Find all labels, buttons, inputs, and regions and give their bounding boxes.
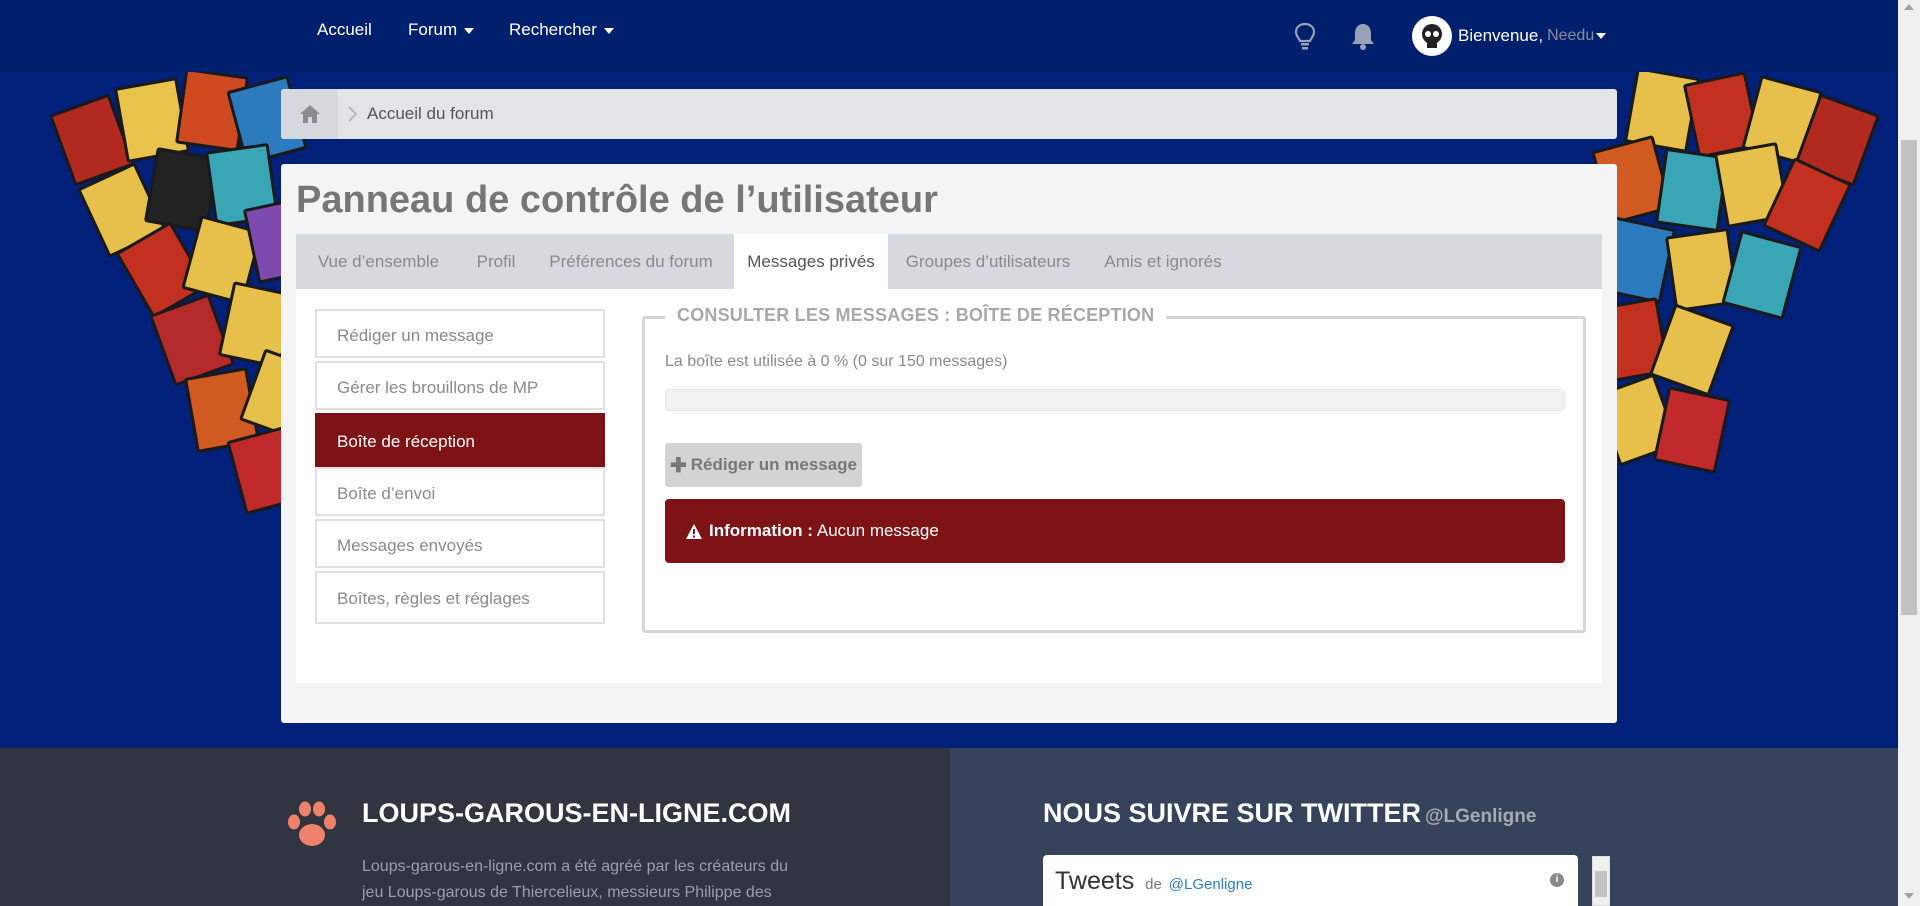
breadcrumb: Accueil du forum bbox=[281, 89, 1617, 139]
tab-bar: Vue d’ensemble Profil Préférences du for… bbox=[296, 234, 1602, 289]
info-alert: Information : Aucun message bbox=[665, 499, 1565, 563]
page-scrollbar[interactable] bbox=[1898, 0, 1920, 906]
chevron-down-icon bbox=[603, 27, 614, 34]
paw-icon bbox=[288, 801, 336, 846]
control-panel: Panneau de contrôle de l’utilisateur Vue… bbox=[281, 164, 1617, 723]
breadcrumb-home-button[interactable] bbox=[281, 89, 338, 139]
bell-icon[interactable] bbox=[1348, 20, 1378, 52]
chevron-down-icon bbox=[464, 27, 475, 34]
tab-profile[interactable]: Profil bbox=[461, 234, 531, 289]
tweets-title: Tweets de @LGenligne bbox=[1055, 867, 1252, 896]
decorative-cards-right bbox=[1590, 72, 1880, 522]
footer-about: LOUPS-GAROUS-EN-LIGNE.COM Loups-garous-e… bbox=[0, 748, 950, 906]
compose-message-button[interactable]: ✚ Rédiger un message bbox=[665, 443, 862, 487]
compose-label: Rédiger un message bbox=[690, 455, 858, 474]
skull-icon bbox=[1422, 24, 1442, 48]
tweets-scroll-thumb[interactable] bbox=[1595, 871, 1607, 897]
footer-twitter-title: NOUS SUIVRE SUR TWITTER @LGenligne bbox=[1043, 798, 1536, 829]
breadcrumb-forum-home[interactable]: Accueil du forum bbox=[367, 104, 494, 124]
plus-icon: ✚ bbox=[669, 454, 687, 477]
nav-forum-label: Forum bbox=[408, 20, 458, 39]
nav-forum-menu[interactable]: Forum bbox=[408, 20, 475, 40]
menu-outbox[interactable]: Boîte d’envoi bbox=[315, 467, 605, 516]
alert-text: Aucun message bbox=[816, 521, 939, 540]
tab-friends-foes[interactable]: Amis et ignorés bbox=[1088, 234, 1238, 289]
user-menu[interactable]: Bienvenue, Needu bbox=[1412, 16, 1607, 56]
top-navbar: Accueil Forum Rechercher Bienvenue, Need… bbox=[0, 0, 1898, 72]
inbox-fieldset: CONSULTER LES MESSAGES : BOÎTE DE RÉCEPT… bbox=[642, 305, 1586, 633]
scroll-up-arrow-icon[interactable] bbox=[1904, 4, 1914, 10]
menu-compose[interactable]: Rédiger un message bbox=[315, 309, 605, 358]
footer-site-title: LOUPS-GAROUS-EN-LIGNE.COM bbox=[362, 798, 791, 828]
tab-overview[interactable]: Vue d’ensemble bbox=[296, 234, 461, 289]
nav-search-menu[interactable]: Rechercher bbox=[509, 20, 614, 40]
menu-inbox[interactable]: Boîte de réception bbox=[315, 413, 605, 467]
twitter-handle[interactable]: @LGenligne bbox=[1425, 806, 1536, 827]
info-icon[interactable]: i bbox=[1550, 873, 1564, 887]
lightbulb-icon[interactable] bbox=[1290, 20, 1320, 52]
tweets-handle-link[interactable]: @LGenligne bbox=[1169, 876, 1253, 893]
twitter-title-text: NOUS SUIVRE SUR TWITTER bbox=[1043, 798, 1422, 828]
tweets-widget: Tweets de @LGenligne i bbox=[1043, 855, 1578, 906]
scroll-thumb[interactable] bbox=[1901, 140, 1917, 615]
nav-home-link[interactable]: Accueil bbox=[317, 20, 372, 40]
tab-content: Rédiger un message Gérer les brouillons … bbox=[296, 289, 1602, 683]
inbox-usage-bar bbox=[665, 389, 1565, 411]
chevron-right-icon bbox=[348, 106, 358, 122]
inbox-legend: CONSULTER LES MESSAGES : BOÎTE DE RÉCEPT… bbox=[665, 305, 1167, 326]
username: Needu bbox=[1547, 27, 1595, 44]
chevron-down-icon bbox=[1596, 33, 1607, 39]
tab-forum-preferences[interactable]: Préférences du forum bbox=[531, 234, 731, 289]
tweets-by: de bbox=[1145, 876, 1162, 893]
alert-label: Information : bbox=[709, 521, 813, 540]
menu-sent[interactable]: Messages envoyés bbox=[315, 519, 605, 568]
menu-folders-rules[interactable]: Boîtes, règles et réglages bbox=[315, 571, 605, 624]
tab-private-messages[interactable]: Messages privés bbox=[734, 234, 888, 289]
tweets-scrollbar[interactable] bbox=[1592, 856, 1610, 906]
footer-site-text: Loups-garous-en-ligne.com a été agréé pa… bbox=[362, 858, 789, 901]
menu-drafts[interactable]: Gérer les brouillons de MP bbox=[315, 361, 605, 410]
page-title: Panneau de contrôle de l’utilisateur bbox=[296, 179, 938, 221]
warning-icon bbox=[686, 523, 702, 539]
welcome-text: Bienvenue, bbox=[1458, 26, 1544, 45]
nav-search-label: Rechercher bbox=[509, 20, 597, 39]
inbox-usage-text: La boîte est utilisée à 0 % (0 sur 150 m… bbox=[665, 353, 1008, 370]
tab-user-groups[interactable]: Groupes d’utilisateurs bbox=[888, 234, 1088, 289]
tweets-title-text: Tweets bbox=[1055, 867, 1135, 895]
home-icon bbox=[299, 105, 320, 123]
scroll-down-arrow-icon[interactable] bbox=[1904, 893, 1914, 899]
avatar bbox=[1412, 16, 1452, 56]
